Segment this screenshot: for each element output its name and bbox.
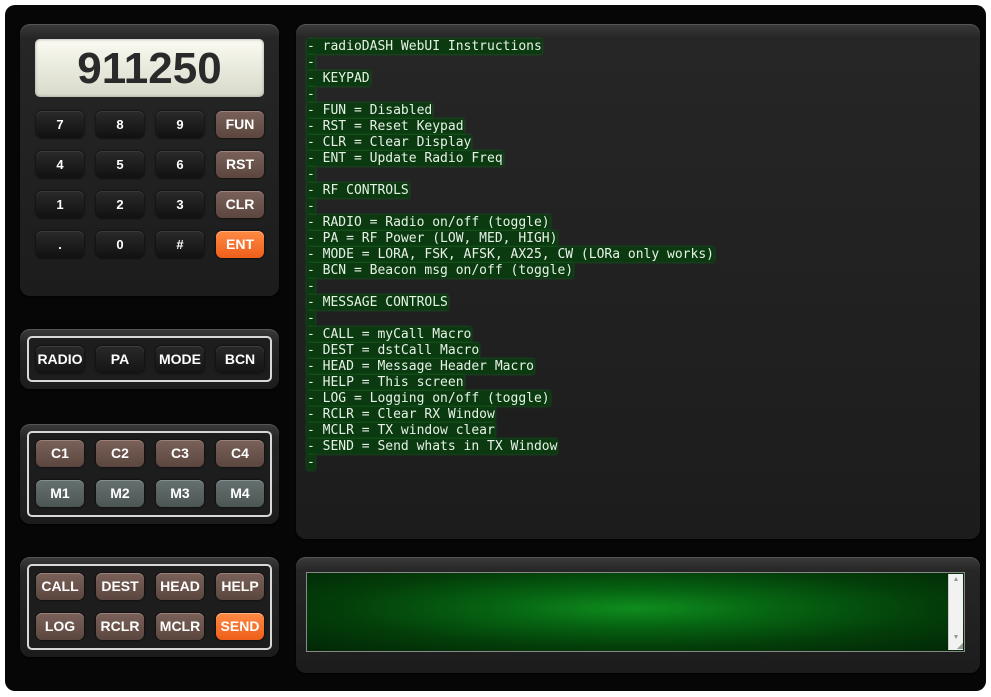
m4-button[interactable]: M4 xyxy=(216,480,264,507)
m1-button[interactable]: M1 xyxy=(36,480,84,507)
instruction-line: - xyxy=(307,455,967,471)
instruction-text: - MODE = LORA, FSK, AFSK, AX25, CW (LORa… xyxy=(307,247,714,262)
instruction-line: - ENT = Update Radio Freq xyxy=(307,151,967,167)
instruction-line: - xyxy=(307,311,967,327)
instruction-line: - xyxy=(307,55,967,71)
instruction-line: - CLR = Clear Display xyxy=(307,135,967,151)
instruction-text: - CALL = myCall Macro xyxy=(307,327,472,342)
tx-window[interactable]: ▲ ▼ ◢ xyxy=(306,572,965,652)
send-button[interactable]: SEND xyxy=(216,613,264,640)
instruction-text: - xyxy=(307,87,315,102)
call-button[interactable]: CALL xyxy=(36,573,84,600)
frequency-display: 911250 xyxy=(35,39,264,97)
instruction-text: - xyxy=(307,279,315,294)
instruction-text: - RCLR = Clear RX Window xyxy=(307,407,495,422)
instruction-text: - KEYPAD xyxy=(307,71,370,86)
key-dot[interactable]: . xyxy=(36,231,84,258)
instruction-line: - xyxy=(307,279,967,295)
scroll-up-icon[interactable]: ▲ xyxy=(949,574,963,586)
instruction-line: - RST = Reset Keypad xyxy=(307,119,967,135)
instruction-text: - CLR = Clear Display xyxy=(307,135,472,150)
instruction-text: - RF CONTROLS xyxy=(307,183,409,198)
instruction-line: - xyxy=(307,199,967,215)
instruction-line: - MESSAGE CONTROLS xyxy=(307,295,967,311)
instruction-line: - KEYPAD xyxy=(307,71,967,87)
key-4[interactable]: 4 xyxy=(36,151,84,178)
instruction-line: - MCLR = TX window clear xyxy=(307,423,967,439)
instruction-text: - xyxy=(307,199,315,214)
instruction-text: - FUN = Disabled xyxy=(307,103,433,118)
instruction-line: - HELP = This screen xyxy=(307,375,967,391)
instruction-text: - BCN = Beacon msg on/off (toggle) xyxy=(307,263,574,278)
dest-button[interactable]: DEST xyxy=(96,573,144,600)
instruction-line: - LOG = Logging on/off (toggle) xyxy=(307,391,967,407)
instruction-text: - RST = Reset Keypad xyxy=(307,119,464,134)
resize-grip-icon[interactable]: ◢ xyxy=(953,642,963,650)
instruction-text: - xyxy=(307,55,315,70)
instruction-text: - MESSAGE CONTROLS xyxy=(307,295,448,310)
instruction-line: - RADIO = Radio on/off (toggle) xyxy=(307,215,967,231)
key-7[interactable]: 7 xyxy=(36,111,84,138)
clr-button[interactable]: CLR xyxy=(216,191,264,218)
mode-button[interactable]: MODE xyxy=(156,346,204,373)
instruction-line: - xyxy=(307,167,967,183)
instruction-line: - RF CONTROLS xyxy=(307,183,967,199)
key-5[interactable]: 5 xyxy=(96,151,144,178)
log-button[interactable]: LOG xyxy=(36,613,84,640)
help-button[interactable]: HELP xyxy=(216,573,264,600)
instruction-line: - radioDASH WebUI Instructions xyxy=(307,39,967,55)
m2-button[interactable]: M2 xyxy=(96,480,144,507)
bcn-button[interactable]: BCN xyxy=(216,346,264,373)
instruction-text: - xyxy=(307,311,315,326)
instruction-line: - CALL = myCall Macro xyxy=(307,327,967,343)
instruction-text: - xyxy=(307,455,315,470)
instruction-text: - HEAD = Message Header Macro xyxy=(307,359,534,374)
rx-window[interactable]: - radioDASH WebUI Instructions - - KEYPAD -… xyxy=(307,39,967,479)
instruction-text: - MCLR = TX window clear xyxy=(307,423,495,438)
instruction-text: - PA = RF Power (LOW, MED, HIGH) xyxy=(307,231,558,246)
head-button[interactable]: HEAD xyxy=(156,573,204,600)
rst-button[interactable]: RST xyxy=(216,151,264,178)
instruction-line: - DEST = dstCall Macro xyxy=(307,343,967,359)
key-9[interactable]: 9 xyxy=(156,111,204,138)
c3-button[interactable]: C3 xyxy=(156,440,204,467)
instruction-text: - DEST = dstCall Macro xyxy=(307,343,480,358)
instruction-text: - SEND = Send whats in TX Window xyxy=(307,439,558,454)
instruction-text: - LOG = Logging on/off (toggle) xyxy=(307,391,550,406)
m3-button[interactable]: M3 xyxy=(156,480,204,507)
key-6[interactable]: 6 xyxy=(156,151,204,178)
instruction-line: - xyxy=(307,87,967,103)
instruction-line: - HEAD = Message Header Macro xyxy=(307,359,967,375)
instruction-text: - RADIO = Radio on/off (toggle) xyxy=(307,215,550,230)
instruction-line: - PA = RF Power (LOW, MED, HIGH) xyxy=(307,231,967,247)
mclr-button[interactable]: MCLR xyxy=(156,613,204,640)
key-8[interactable]: 8 xyxy=(96,111,144,138)
instruction-text: - HELP = This screen xyxy=(307,375,464,390)
key-1[interactable]: 1 xyxy=(36,191,84,218)
key-hash[interactable]: # xyxy=(156,231,204,258)
instruction-line: - BCN = Beacon msg on/off (toggle) xyxy=(307,263,967,279)
key-2[interactable]: 2 xyxy=(96,191,144,218)
key-0[interactable]: 0 xyxy=(96,231,144,258)
radio-button[interactable]: RADIO xyxy=(36,346,84,373)
instruction-line: - MODE = LORA, FSK, AFSK, AX25, CW (LORa… xyxy=(307,247,967,263)
c1-button[interactable]: C1 xyxy=(36,440,84,467)
instruction-text: - xyxy=(307,167,315,182)
instruction-text: - radioDASH WebUI Instructions xyxy=(307,39,542,54)
instruction-text: - ENT = Update Radio Freq xyxy=(307,151,503,166)
instruction-line: - RCLR = Clear RX Window xyxy=(307,407,967,423)
key-3[interactable]: 3 xyxy=(156,191,204,218)
c4-button[interactable]: C4 xyxy=(216,440,264,467)
fun-button[interactable]: FUN xyxy=(216,111,264,138)
ent-button[interactable]: ENT xyxy=(216,231,264,258)
tx-scrollbar[interactable]: ▲ ▼ xyxy=(948,574,963,650)
instruction-line: - FUN = Disabled xyxy=(307,103,967,119)
c2-button[interactable]: C2 xyxy=(96,440,144,467)
pa-button[interactable]: PA xyxy=(96,346,144,373)
instruction-line: - SEND = Send whats in TX Window xyxy=(307,439,967,455)
rclr-button[interactable]: RCLR xyxy=(96,613,144,640)
